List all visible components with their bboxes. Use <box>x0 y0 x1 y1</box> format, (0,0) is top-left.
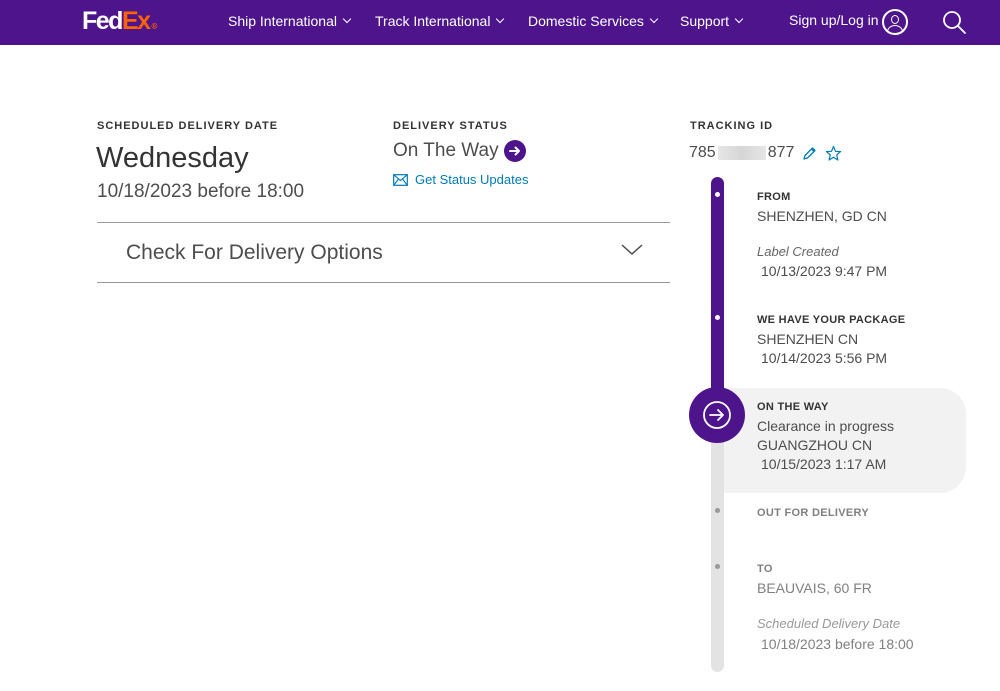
current-step-marker <box>689 387 745 443</box>
top-nav-bar: FedEx ® Ship International Track Internat… <box>0 0 1000 45</box>
timeline-dot-to <box>715 564 720 569</box>
nav-ship-international[interactable]: Ship International <box>228 12 352 30</box>
scheduled-delivery-label: SCHEDULED DELIVERY DATE <box>97 120 279 132</box>
timeline-from-note: Label Created <box>757 244 839 259</box>
chevron-down-icon <box>621 244 643 256</box>
nav-track-international[interactable]: Track International <box>375 12 505 30</box>
timeline-to-note: Scheduled Delivery Date <box>757 616 901 631</box>
sign-in-link[interactable]: Sign up/Log in <box>789 11 879 29</box>
pencil-icon[interactable] <box>802 146 817 161</box>
timeline-dot-out-for-delivery <box>715 508 720 513</box>
logo-mark: ® <box>151 22 158 31</box>
logo-ex: Ex <box>121 7 151 35</box>
tracking-id-label: TRACKING ID <box>690 120 774 132</box>
user-icon-head <box>891 15 899 24</box>
tracking-id-prefix: 785 <box>689 144 716 161</box>
chevron-down-icon <box>496 14 505 24</box>
nav-domestic-services[interactable]: Domestic Services <box>528 12 659 30</box>
tracking-id-suffix: 877 <box>767 144 795 161</box>
nav-label: Domestic Services <box>528 13 644 29</box>
chevron-down-icon <box>342 14 352 24</box>
chevron-down-icon <box>649 14 659 24</box>
timeline-current-status: Clearance in progress <box>757 418 894 434</box>
get-status-updates-link[interactable]: Get Status Updates <box>393 172 528 188</box>
timeline-out-for-delivery-heading: OUT FOR DELIVERY <box>757 507 869 519</box>
timeline-picked-up-location: SHENZHEN CN <box>757 331 859 347</box>
scheduled-delivery-day: Wednesday <box>96 142 249 174</box>
arrow-right-circle-icon <box>703 401 731 429</box>
nav-label: Support <box>680 13 730 29</box>
timeline-to-location: BEAUVAIS, 60 FR <box>757 580 872 596</box>
logo-fed: Fed <box>82 7 123 35</box>
timeline-picked-up-datetime: 10/14/2023 5:56 PM <box>761 350 888 366</box>
envelope-icon <box>393 174 408 186</box>
delivery-options-label: Check For Delivery Options <box>126 241 383 264</box>
timeline-current-datetime: 10/15/2023 1:17 AM <box>761 456 887 472</box>
nav-label: Track International <box>375 13 491 29</box>
nav-label: Ship International <box>228 13 337 29</box>
chevron-down-icon <box>734 14 744 24</box>
search-icon[interactable] <box>941 9 967 35</box>
star-icon[interactable] <box>825 145 842 162</box>
scheduled-delivery-date: 10/18/2023 before 18:00 <box>97 181 305 202</box>
delivery-status: On The Way <box>393 139 526 163</box>
tracking-id-redacted <box>717 146 766 160</box>
delivery-status-label: DELIVERY STATUS <box>393 120 508 132</box>
timeline-picked-up-heading: WE HAVE YOUR PACKAGE <box>757 314 906 326</box>
timeline-dot-from <box>715 192 720 197</box>
tracking-id: 785 877 <box>689 143 842 163</box>
delivery-status-value: On The Way <box>393 140 499 161</box>
arrow-right-icon <box>503 140 526 162</box>
timeline-current-location: GUANGZHOU CN <box>757 437 873 453</box>
user-icon-body <box>887 25 903 33</box>
user-icon[interactable] <box>882 9 908 35</box>
timeline-from-location: SHENZHEN, GD CN <box>757 208 887 224</box>
timeline-to-datetime: 10/18/2023 before 18:00 <box>761 636 914 652</box>
get-status-updates-label: Get Status Updates <box>415 172 529 187</box>
fedex-logo[interactable]: FedEx ® <box>82 7 157 41</box>
timeline-current-heading: ON THE WAY <box>757 401 829 413</box>
timeline-dot-picked-up <box>715 315 720 320</box>
timeline-from-heading: FROM <box>757 191 791 203</box>
delivery-options-accordion[interactable]: Check For Delivery Options <box>97 222 670 283</box>
timeline-bar-remaining <box>711 420 724 672</box>
timeline-to-heading: TO <box>757 563 773 575</box>
timeline-from-datetime: 10/13/2023 9:47 PM <box>761 263 888 279</box>
nav-support[interactable]: Support <box>680 12 744 30</box>
